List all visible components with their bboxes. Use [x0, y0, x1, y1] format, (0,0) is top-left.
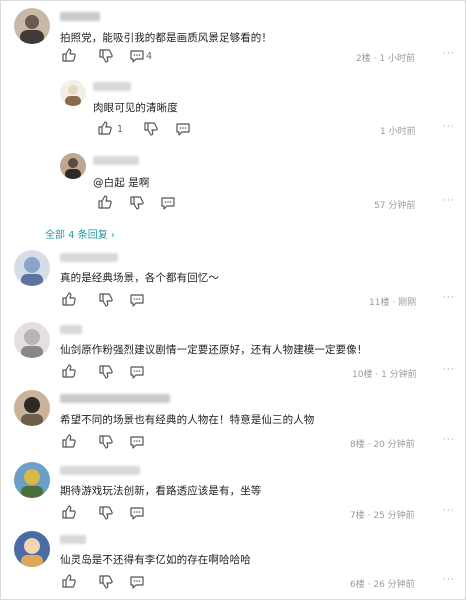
comment-meta: 6楼 · 26 分钟前 [350, 580, 415, 590]
comment-meta: 10楼 · 1 分钟前 [352, 370, 417, 380]
timestamp: 1 小时前 [380, 127, 416, 137]
comment-bubble-icon[interactable] [160, 195, 176, 211]
comment-meta: 7楼 · 25 分钟前 [350, 511, 415, 521]
more-options-icon[interactable]: ··· [443, 196, 455, 206]
avatar[interactable] [14, 390, 50, 426]
chevron-right-icon: › [110, 230, 115, 241]
username-blurred[interactable] [60, 535, 86, 544]
floor-number: 2楼 [356, 54, 371, 64]
avatar[interactable] [14, 531, 50, 567]
comment-bubble-icon[interactable] [129, 574, 145, 590]
reply-text: 肉眼可见的清晰度 [93, 102, 178, 114]
timestamp: 20 分钟前 [373, 440, 415, 450]
username-blurred[interactable] [60, 394, 170, 403]
floor-number: 11楼 [369, 298, 390, 308]
more-options-icon[interactable]: ··· [443, 293, 455, 303]
avatar[interactable] [14, 322, 50, 358]
floor-number: 8楼 [350, 440, 365, 450]
comment-bubble-icon[interactable] [129, 48, 145, 64]
avatar[interactable] [14, 8, 50, 44]
thumbs-down-icon[interactable] [98, 574, 114, 590]
thumbs-down-icon[interactable] [143, 121, 159, 137]
timestamp: 1 小时前 [379, 54, 415, 64]
reply-text: @白起 是啊 [93, 177, 150, 189]
more-options-icon[interactable]: ··· [443, 575, 455, 585]
comment-text: 拍照党，能吸引我的都是画质风景足够看的！ [60, 32, 272, 44]
thumbs-up-icon[interactable] [61, 363, 77, 379]
comment-text: 仙剑原作粉强烈建议剧情一定要还原好，还有人物建模一定要像！ [60, 344, 368, 356]
thumbs-down-icon[interactable] [98, 505, 114, 521]
comment-meta: 2楼 · 1 小时前 [356, 54, 415, 64]
thumbs-down-icon[interactable] [98, 434, 114, 450]
avatar[interactable] [60, 153, 86, 179]
more-options-icon[interactable]: ··· [443, 365, 455, 375]
username-blurred[interactable] [60, 466, 140, 475]
expand-replies-link[interactable]: 全部 4 条回复 › [45, 226, 115, 241]
floor-number: 6楼 [350, 580, 365, 590]
comment-bubble-icon[interactable] [129, 292, 145, 308]
username-blurred[interactable] [60, 253, 118, 262]
avatar[interactable] [14, 462, 50, 498]
comment-text: 期待游戏玩法创新，看路透应该是有，坐等 [60, 485, 262, 497]
timestamp: 1 分钟前 [381, 370, 417, 380]
timestamp: 57 分钟前 [374, 201, 416, 211]
username-blurred[interactable] [93, 156, 139, 165]
reply-count: 4 [146, 51, 153, 62]
username-blurred[interactable] [93, 82, 131, 91]
username-blurred[interactable] [60, 12, 100, 21]
username-blurred[interactable] [60, 325, 82, 334]
comment-bubble-icon[interactable] [129, 505, 145, 521]
more-options-icon[interactable]: ··· [443, 122, 455, 132]
floor-number: 10楼 [352, 370, 373, 380]
thumbs-up-icon[interactable] [61, 47, 77, 63]
thumbs-up-icon[interactable] [97, 194, 113, 210]
thumbs-down-icon[interactable] [98, 48, 114, 64]
thumbs-up-icon[interactable] [61, 504, 77, 520]
floor-number: 7楼 [350, 511, 365, 521]
thumbs-up-icon[interactable] [61, 291, 77, 307]
thumbs-down-icon[interactable] [98, 292, 114, 308]
comment-text: 希望不同的场景也有经典的人物在！特意是仙三的人物 [60, 414, 315, 426]
thumbs-up-icon[interactable] [61, 433, 77, 449]
comment-text: 真的是经典场景，各个都有回忆～ [60, 272, 219, 284]
thumbs-up-icon[interactable] [97, 120, 113, 136]
thumbs-down-icon[interactable] [98, 364, 114, 380]
more-options-icon[interactable]: ··· [443, 506, 455, 516]
comment-bubble-icon[interactable] [129, 434, 145, 450]
avatar[interactable] [60, 80, 86, 106]
comment-bubble-icon[interactable] [175, 121, 191, 137]
thumbs-up-icon[interactable] [61, 573, 77, 589]
more-options-icon[interactable]: ··· [443, 49, 455, 59]
timestamp: 刚刚 [398, 298, 417, 308]
comment-meta: 8楼 · 20 分钟前 [350, 440, 415, 450]
timestamp: 26 分钟前 [373, 580, 415, 590]
more-options-icon[interactable]: ··· [443, 435, 455, 445]
like-count: 1 [117, 124, 124, 135]
thumbs-down-icon[interactable] [129, 195, 145, 211]
comment-bubble-icon[interactable] [129, 364, 145, 380]
timestamp: 25 分钟前 [373, 511, 415, 521]
avatar[interactable] [14, 250, 50, 286]
comment-meta: 11楼 · 刚刚 [369, 298, 417, 308]
comment-text: 仙灵岛是不还得有李亿如的存在啊哈哈哈 [60, 554, 251, 566]
